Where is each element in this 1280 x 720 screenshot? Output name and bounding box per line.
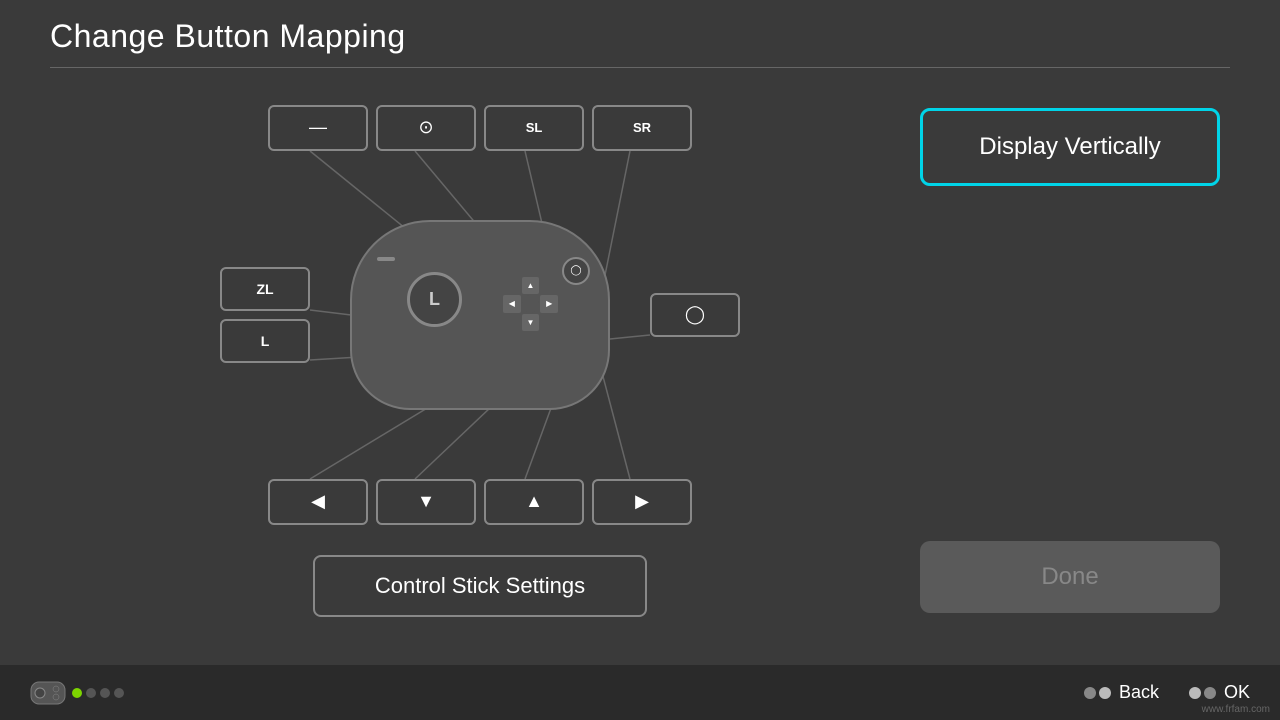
footer-left <box>30 681 124 705</box>
left-side-buttons: ZL L <box>220 267 310 363</box>
display-vertically-label: Display Vertically <box>979 133 1160 160</box>
bottom-buttons-row: ◀ ▼ ▲ ▶ <box>268 479 692 525</box>
left-button[interactable]: ◀ <box>268 479 368 525</box>
dpad-empty-br <box>540 314 558 332</box>
sl-button[interactable]: SL <box>484 105 584 151</box>
back-icon-circle-2 <box>1099 687 1111 699</box>
main-content: — ⊙ SL SR ZL L <box>0 68 1280 653</box>
right-panel: Display Vertically Done <box>910 88 1230 633</box>
watermark: www.frfam.com <box>1202 704 1270 715</box>
ok-icon-circle-2 <box>1204 687 1216 699</box>
done-button[interactable]: Done <box>920 541 1220 613</box>
right-icon: ▶ <box>635 491 649 512</box>
back-icon <box>1084 687 1111 699</box>
page-title: Change Button Mapping <box>50 18 1230 55</box>
l-label: L <box>261 333 270 349</box>
done-label: Done <box>1041 563 1098 590</box>
control-stick-settings-button[interactable]: Control Stick Settings <box>313 555 647 617</box>
dpad-empty-bl <box>503 314 521 332</box>
up-icon: ▲ <box>525 491 543 512</box>
right-button[interactable]: ▶ <box>592 479 692 525</box>
timer-icon: ⊙ <box>418 117 433 138</box>
back-label: Back <box>1119 682 1159 703</box>
back-footer-button[interactable]: Back <box>1084 682 1159 703</box>
zl-label: ZL <box>256 281 273 297</box>
ok-label: OK <box>1224 682 1250 703</box>
left-icon: ◀ <box>311 491 325 512</box>
right-side-button: ◯ <box>650 293 740 337</box>
display-vertically-button[interactable]: Display Vertically <box>920 108 1220 186</box>
analog-stick[interactable]: L <box>407 272 462 327</box>
minus-button[interactable]: — <box>268 105 368 151</box>
zl-button[interactable]: ZL <box>220 267 310 311</box>
joycon-shape: ◯ L ▲ ◀ ▶ ▼ <box>350 220 610 410</box>
back-icon-circle-1 <box>1084 687 1096 699</box>
up-button[interactable]: ▲ <box>484 479 584 525</box>
dpad-empty-tl <box>503 277 521 295</box>
dpad-right[interactable]: ▶ <box>540 295 558 313</box>
screenshot-icon: ◯ <box>570 265 581 276</box>
dot-3 <box>100 688 110 698</box>
dpad-up[interactable]: ▲ <box>522 277 540 295</box>
analog-stick-label: L <box>429 289 440 310</box>
dpad-empty-tr <box>540 277 558 295</box>
dot-4 <box>114 688 124 698</box>
circle-icon: ◯ <box>685 304 705 325</box>
l-button[interactable]: L <box>220 319 310 363</box>
dot-2 <box>86 688 96 698</box>
minus-icon: — <box>309 117 327 138</box>
down-button[interactable]: ▼ <box>376 479 476 525</box>
footer-right: Back OK <box>1084 682 1250 703</box>
dpad: ▲ ◀ ▶ ▼ <box>503 277 558 332</box>
top-buttons-row: — ⊙ SL SR <box>268 105 692 151</box>
controller-body: ◯ L ▲ ◀ ▶ ▼ <box>350 220 610 410</box>
minus-indicator <box>377 257 395 261</box>
header: Change Button Mapping <box>0 0 1280 55</box>
control-stick-settings-label: Control Stick Settings <box>375 573 585 598</box>
down-icon: ▼ <box>417 491 435 512</box>
sr-button[interactable]: SR <box>592 105 692 151</box>
ok-footer-button[interactable]: OK <box>1189 682 1250 703</box>
sl-icon: SL <box>526 120 543 135</box>
sr-icon: SR <box>633 120 651 135</box>
dpad-left[interactable]: ◀ <box>503 295 521 313</box>
controller-icon <box>30 681 124 705</box>
dpad-center <box>522 295 540 313</box>
timer-button[interactable]: ⊙ <box>376 105 476 151</box>
screenshot-button-indicator: ◯ <box>562 257 590 285</box>
indicator-dots <box>72 688 124 698</box>
dot-1 <box>72 688 82 698</box>
controller-area: — ⊙ SL SR ZL L <box>50 88 910 633</box>
ok-icon-circle-1 <box>1189 687 1201 699</box>
mapping-container: — ⊙ SL SR ZL L <box>220 105 740 525</box>
footer: Back OK <box>0 665 1280 720</box>
circle-button[interactable]: ◯ <box>650 293 740 337</box>
ok-icon <box>1189 687 1216 699</box>
joycon-small-icon <box>30 681 66 705</box>
dpad-down[interactable]: ▼ <box>522 314 540 332</box>
